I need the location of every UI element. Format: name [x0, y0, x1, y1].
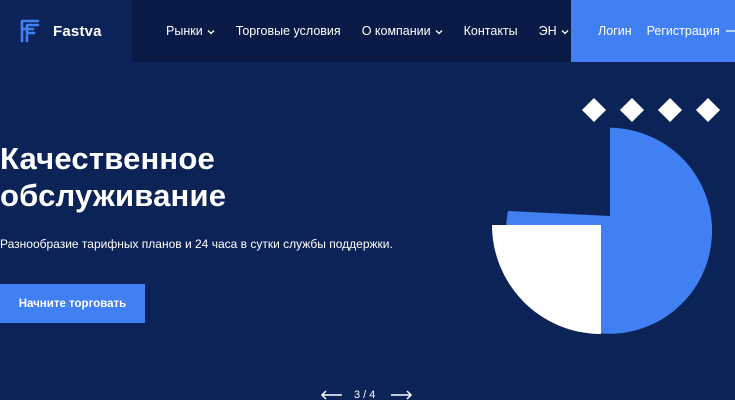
site-header: Fastva Рынки Торговые условия О компании…	[0, 0, 735, 62]
nav-item-trading-conditions[interactable]: Торговые условия	[236, 24, 341, 38]
diamond-shape	[619, 97, 645, 123]
diamond-shape	[581, 97, 607, 123]
nav-item-label: Торговые условия	[235, 24, 341, 38]
pie-illustration	[492, 97, 721, 334]
hero-title-line-2: обслуживание	[0, 178, 227, 213]
chevron-down-icon	[561, 24, 569, 38]
nav-item-label: ЭН	[538, 24, 557, 38]
auth-bar: Логин Регистрация	[571, 0, 735, 62]
nav-item-label: Рынки	[166, 24, 203, 38]
slider-pager: 3 / 4	[320, 388, 420, 400]
diamond-shape	[695, 97, 721, 123]
slide-counter: 3 / 4	[354, 389, 376, 400]
brand[interactable]: Fastva	[0, 0, 132, 62]
hero-title-line-1: Качественное	[0, 141, 215, 176]
chevron-down-icon	[207, 24, 215, 38]
hero-illustration	[480, 90, 735, 350]
brand-name: Fastva	[53, 22, 102, 40]
hero-title: Качественное обслуживание	[0, 140, 226, 214]
main-nav: Рынки Торговые условия О компании Контак…	[132, 0, 571, 62]
register-label: Регистрация	[646, 24, 720, 38]
chevron-down-icon	[435, 24, 443, 38]
login-link[interactable]: Логин	[598, 24, 632, 38]
nav-item-label: О компании	[361, 24, 431, 38]
hero-subtitle: Разнообразие тарифных планов и 24 часа в…	[0, 237, 393, 251]
arrow-right-icon	[720, 24, 735, 38]
diamond-shape	[657, 97, 683, 123]
arrow-left-icon[interactable]	[320, 388, 342, 400]
nav-item-about[interactable]: О компании	[362, 24, 443, 38]
nav-item-label: Контакты	[463, 24, 518, 38]
register-link[interactable]: Регистрация	[647, 24, 735, 38]
nav-item-language[interactable]: ЭН	[539, 24, 569, 38]
nav-item-markets[interactable]: Рынки	[166, 24, 215, 38]
f-logo-icon	[19, 18, 41, 44]
arrow-right-icon[interactable]	[391, 388, 413, 400]
nav-item-contacts[interactable]: Контакты	[464, 24, 518, 38]
start-trading-button[interactable]: Начните торговать	[0, 284, 145, 323]
illustration-white-quarter	[492, 225, 601, 334]
